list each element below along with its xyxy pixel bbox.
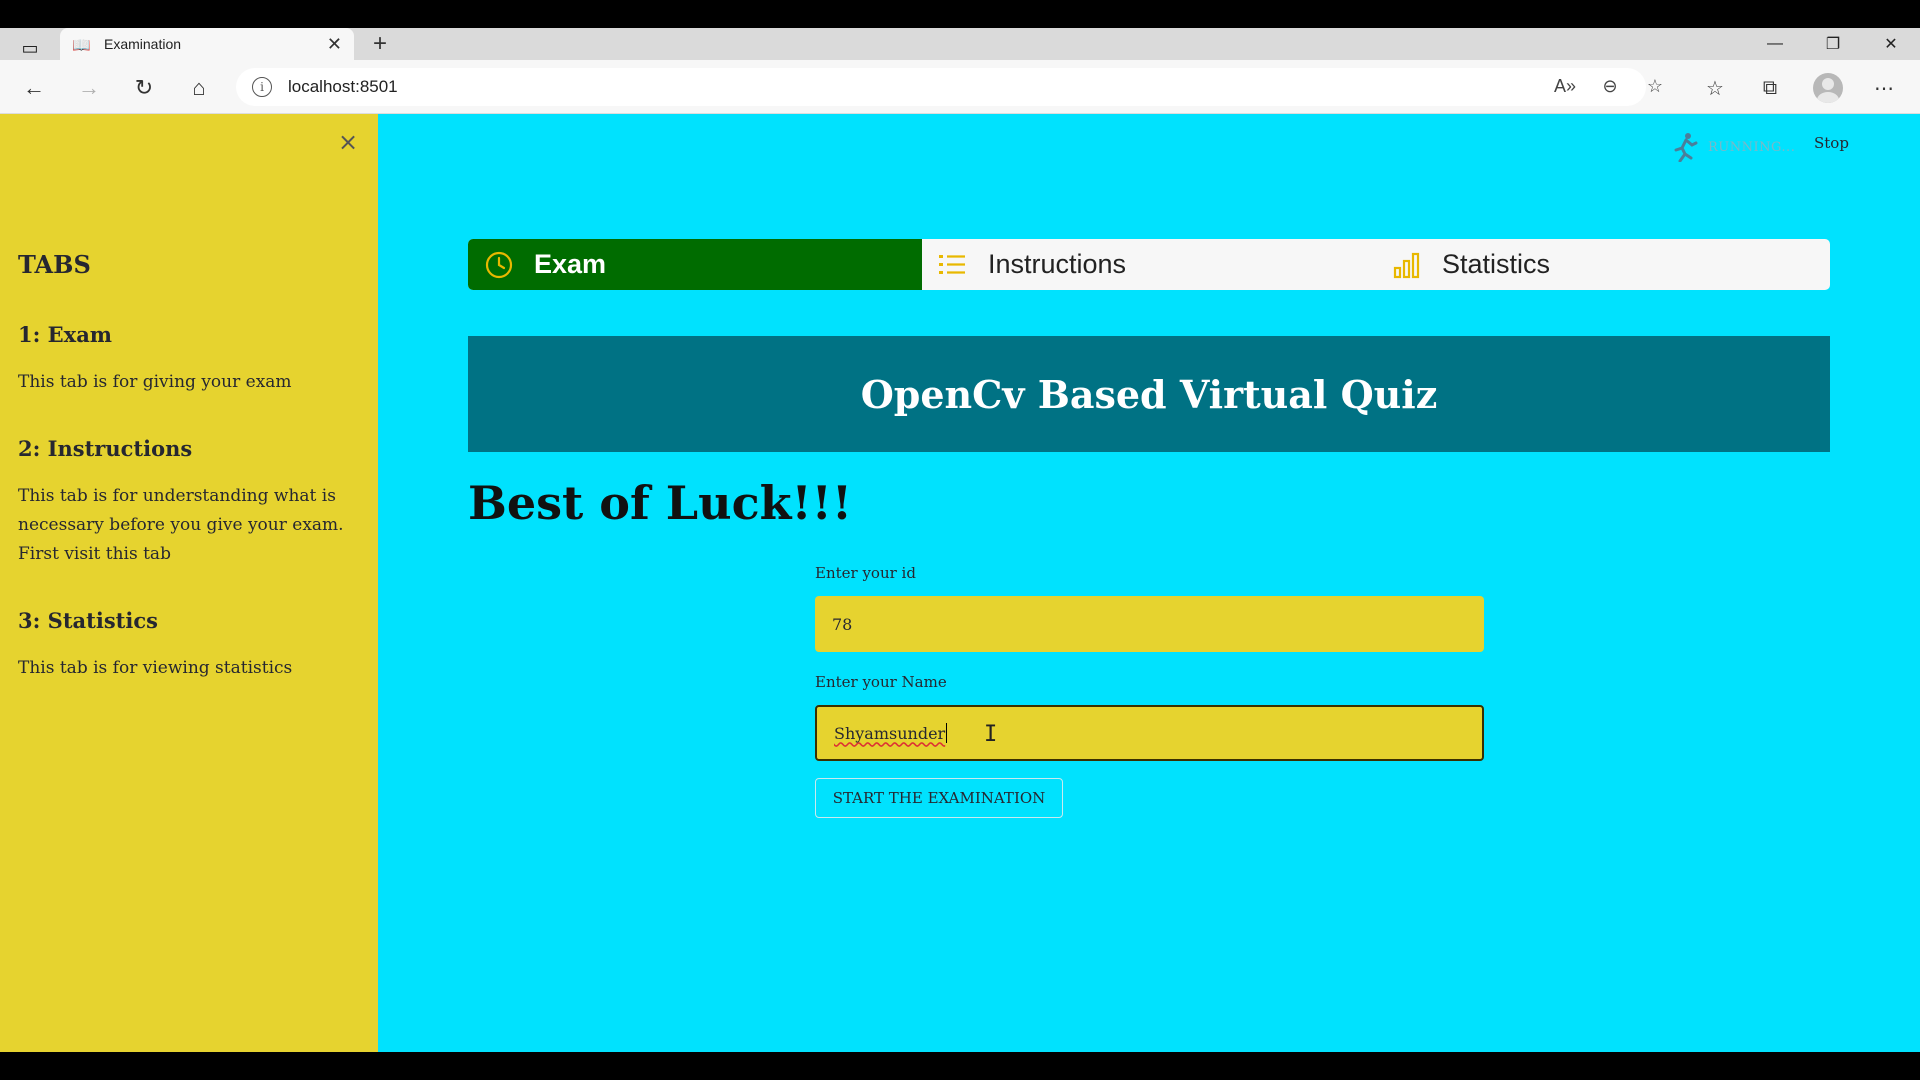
page-viewport: × TABS 1: Exam This tab is for giving yo…	[0, 114, 1920, 1052]
forward-icon[interactable]: →	[71, 70, 107, 106]
start-examination-button[interactable]: START THE EXAMINATION	[815, 778, 1063, 818]
refresh-icon[interactable]: ↻	[126, 70, 162, 106]
bar-chart-icon	[1392, 250, 1422, 280]
url-text[interactable]: localhost:8501	[288, 77, 398, 97]
ibeam-cursor-icon: I	[984, 722, 998, 747]
collections-icon[interactable]: ⧉	[1752, 70, 1788, 106]
running-label: RUNNING...	[1708, 139, 1796, 155]
tab-statistics-label: Statistics	[1442, 249, 1551, 279]
profile-avatar[interactable]	[1813, 73, 1843, 103]
add-favorite-icon[interactable]: ☆	[1637, 68, 1673, 104]
browser-tab-title: Examination	[104, 36, 182, 52]
sidebar-close-icon[interactable]: ×	[338, 128, 358, 156]
sidebar-text-exam: This tab is for giving your exam	[18, 372, 292, 392]
address-bar[interactable]: i localhost:8501	[236, 68, 1646, 106]
read-aloud-icon[interactable]: A»	[1547, 68, 1583, 104]
name-input-value[interactable]: Shyamsunder	[834, 724, 945, 743]
home-icon[interactable]: ⌂	[181, 70, 217, 106]
zoom-out-icon[interactable]: ⊖	[1592, 68, 1628, 104]
id-input[interactable]: 78	[815, 596, 1484, 652]
sidebar-heading-instructions: 2: Instructions	[18, 436, 193, 461]
tab-exam[interactable]: Exam	[468, 239, 922, 290]
banner-title: OpenCv Based Virtual Quiz	[860, 371, 1438, 417]
list-icon	[938, 250, 968, 280]
tab-instructions[interactable]: Instructions	[922, 239, 1376, 290]
book-icon: 📖	[72, 37, 91, 54]
sidebar-text-instructions: This tab is for understanding what is ne…	[18, 486, 344, 564]
new-tab-button[interactable]: +	[366, 30, 394, 58]
id-field-label: Enter your id	[815, 564, 916, 582]
running-status: RUNNING...	[1672, 132, 1796, 163]
window-close-button[interactable]: ✕	[1868, 30, 1914, 58]
restore-button[interactable]: ❐	[1810, 30, 1856, 58]
running-man-icon	[1672, 132, 1698, 163]
stop-button[interactable]: Stop	[1814, 134, 1849, 152]
sidebar-heading-exam: 1: Exam	[18, 322, 113, 347]
name-input[interactable]: Shyamsunder	[815, 705, 1484, 761]
sidebar-text-statistics: This tab is for viewing statistics	[18, 658, 293, 678]
option-menu: Exam Instructions Statistics	[468, 239, 1830, 290]
back-icon[interactable]: ←	[16, 70, 52, 106]
info-icon[interactable]: i	[252, 77, 272, 97]
more-menu-icon[interactable]: ⋯	[1866, 70, 1902, 106]
text-caret	[946, 723, 948, 743]
clock-icon	[484, 250, 514, 280]
favorites-icon[interactable]: ☆	[1697, 70, 1733, 106]
quiz-banner: OpenCv Based Virtual Quiz	[468, 336, 1830, 452]
id-input-value[interactable]: 78	[832, 615, 852, 634]
tab-statistics[interactable]: Statistics	[1376, 239, 1830, 290]
tab-close-icon[interactable]: ✕	[327, 34, 342, 55]
tab-exam-label: Exam	[534, 249, 607, 279]
tab-instructions-label: Instructions	[988, 249, 1127, 279]
page-heading: Best of Luck!!!	[468, 476, 853, 530]
browser-tab[interactable]: 📖 Examination ✕	[60, 28, 354, 60]
browser-toolbar: ← → ↻ ⌂ i localhost:8501 A» ⊖ ☆ ☆ ⧉ ⋯	[0, 60, 1920, 114]
sidebar-title: TABS	[18, 250, 91, 279]
minimize-button[interactable]: —	[1752, 30, 1798, 58]
sidebar-heading-statistics: 3: Statistics	[18, 608, 158, 633]
name-field-label: Enter your Name	[815, 673, 947, 691]
tab-actions-icon[interactable]: ▭	[12, 34, 48, 62]
browser-tab-strip: ▭ 📖 Examination ✕ + — ❐ ✕	[0, 28, 1920, 60]
sidebar: × TABS 1: Exam This tab is for giving yo…	[0, 114, 378, 1052]
